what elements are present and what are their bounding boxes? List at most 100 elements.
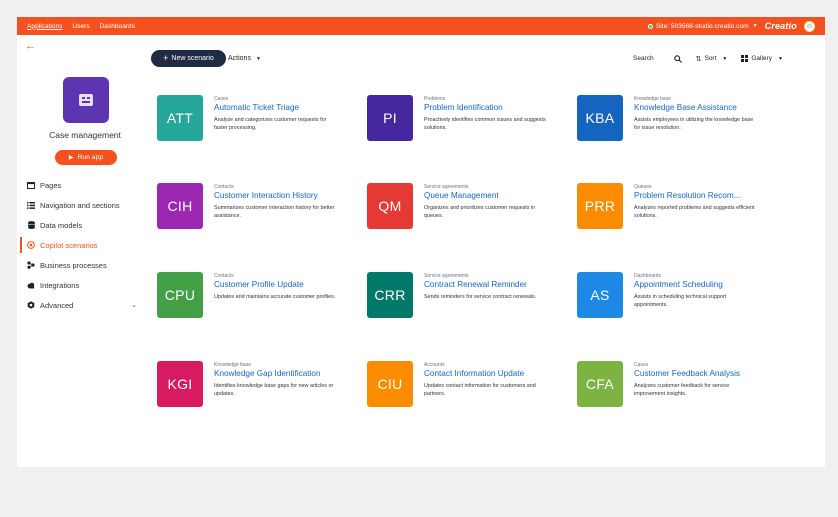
chevron-down-icon: ▼ [255, 55, 261, 62]
sidebar-item-label: Pages [40, 180, 62, 190]
view-button[interactable]: Gallery ▼ [741, 55, 783, 62]
scenario-category: Cases [214, 96, 229, 102]
sidebar-item-pages[interactable]: Pages [17, 175, 147, 195]
grid-icon [741, 55, 749, 62]
scenario-description: Analyzes reported problems and suggests … [634, 205, 755, 219]
sidebar-item-business-processes[interactable]: Business processes [17, 255, 147, 275]
scenario-tile: CIU [367, 361, 413, 407]
scenario-tile: KBA [577, 95, 623, 141]
actions-dropdown[interactable]: Actions ▼ [228, 50, 261, 67]
sidebar-item-navigation[interactable]: Navigation and sections [17, 195, 147, 215]
scenario-card[interactable]: KGI Knowledge base Knowledge Gap Identif… [157, 361, 357, 417]
scenario-card[interactable]: QM Service agreements Queue Management O… [367, 183, 567, 239]
scenario-title[interactable]: Customer Feedback Analysis [634, 369, 740, 378]
sidebar-item-data-models[interactable]: Data models [17, 215, 147, 235]
sidebar-item-label: Integrations [40, 280, 80, 290]
site-selector[interactable]: Site: 503568-studio.creatio.com ▼ [647, 22, 758, 30]
scenario-tile: PI [367, 95, 413, 141]
page-background-bottom [0, 467, 838, 517]
scenario-card[interactable]: ATT Cases Automatic Ticket Triage Analyz… [157, 95, 357, 151]
scenario-description: Analyzes customer feedback for service i… [634, 383, 730, 397]
sidebar-item-copilot-scenarios[interactable]: Copilot scenarios [17, 235, 147, 255]
view-label: Gallery [751, 55, 772, 62]
window-icon [27, 181, 35, 189]
app-icon [63, 77, 109, 123]
sort-label: Sort [704, 55, 717, 62]
scenario-card[interactable]: AS Dashboards Appointment Scheduling Ass… [577, 272, 777, 328]
sort-icon: ⇅ [695, 55, 702, 63]
scenario-card[interactable]: CRR Service agreements Contract Renewal … [367, 272, 567, 328]
scenario-title[interactable]: Problem Resolution Recom... [634, 191, 740, 200]
scenario-card[interactable]: CIH Contacts Customer Interaction Histor… [157, 183, 357, 239]
scenario-title[interactable]: Contract Renewal Reminder [424, 280, 527, 289]
app-name: Case management [49, 130, 121, 140]
page-background-top [0, 0, 838, 8]
scenario-category: Service agreements [424, 184, 469, 190]
scenario-card[interactable]: PRR Queues Problem Resolution Recom... A… [577, 183, 777, 239]
app-window: Applications Users Dashboards Site: 5035… [17, 17, 825, 467]
plus-icon: + [163, 53, 169, 63]
database-icon [27, 221, 35, 229]
scenario-card[interactable]: CFA Cases Customer Feedback Analysis Ana… [577, 361, 777, 417]
scenario-title[interactable]: Knowledge Base Assistance [634, 103, 737, 112]
chevron-down-icon: ▼ [752, 23, 758, 29]
site-status-icon [647, 23, 653, 29]
list-icon [27, 201, 35, 209]
run-app-button[interactable]: ▶ Run app [55, 150, 117, 165]
scenario-card[interactable]: KBA Knowledge base Knowledge Base Assist… [577, 95, 777, 151]
new-scenario-label: New scenario [171, 55, 214, 62]
scenario-description: Summarizes customer interaction history … [214, 205, 335, 219]
scenario-title[interactable]: Customer Profile Update [214, 280, 304, 289]
scenario-title[interactable]: Problem Identification [424, 103, 503, 112]
nav-users[interactable]: Users [72, 23, 89, 30]
sidebar-item-label: Navigation and sections [40, 200, 120, 210]
scenario-title[interactable]: Contact Information Update [424, 369, 524, 378]
scenario-title[interactable]: Customer Interaction History [214, 191, 318, 200]
search-icon[interactable] [673, 54, 682, 63]
scenario-category: Knowledge base [634, 96, 671, 102]
sidebar-item-label: Data models [40, 220, 83, 230]
sidebar-item-label: Advanced [40, 300, 74, 310]
scenario-category: Cases [634, 362, 649, 368]
sidebar-item-integrations[interactable]: Integrations [17, 275, 147, 295]
scenario-category: Knowledge base [214, 362, 251, 368]
user-avatar[interactable]: ☺ [804, 20, 815, 32]
scenario-tile: CPU [157, 272, 203, 318]
scenario-title[interactable]: Automatic Ticket Triage [214, 103, 299, 112]
scenario-category: Contacts [214, 273, 234, 279]
sidebar: Case management ▶ Run app Pages Navigati… [17, 35, 147, 467]
process-icon [27, 261, 35, 269]
scenario-card[interactable]: PI Problems Problem Identification Proac… [367, 95, 567, 151]
scenario-description: Identifies knowledge base gaps for new a… [214, 383, 334, 397]
scenario-card[interactable]: CIU Accounts Contact Information Update … [367, 361, 567, 417]
scenario-description: Assists employees in utilizing the knowl… [634, 117, 754, 131]
top-nav: Applications Users Dashboards [27, 23, 143, 30]
scenario-tile: PRR [577, 183, 623, 229]
scenario-card[interactable]: CPU Contacts Customer Profile Update Upd… [157, 272, 357, 328]
search-label[interactable]: Search [633, 55, 654, 62]
scenario-category: Problems [424, 96, 446, 102]
scenario-tile: CRR [367, 272, 413, 318]
brand-logo: Creatio [764, 21, 797, 31]
new-scenario-button[interactable]: + New scenario [151, 50, 226, 67]
scenario-title[interactable]: Knowledge Gap Identification [214, 369, 321, 378]
chevron-down-icon: ▼ [777, 55, 783, 62]
scenario-description: Assists in scheduling technical support … [634, 294, 727, 308]
site-label: Site: 503568-studio.creatio.com [655, 22, 749, 30]
chevron-down-icon: ▼ [722, 55, 728, 62]
play-icon: ▶ [68, 155, 74, 161]
scenario-tile: QM [367, 183, 413, 229]
nav-applications[interactable]: Applications [27, 23, 63, 30]
sidebar-menu: Pages Navigation and sections Data model… [17, 175, 147, 315]
nav-dashboards[interactable]: Dashboards [99, 23, 135, 30]
chevron-down-icon[interactable]: ⌄ [131, 301, 137, 309]
scenario-title[interactable]: Queue Management [424, 191, 499, 200]
sidebar-item-advanced[interactable]: Advanced ⌄ [17, 295, 147, 315]
scenario-title[interactable]: Appointment Scheduling [634, 280, 723, 289]
cloud-icon [27, 281, 35, 289]
scenario-description: Updates and maintains accurate customer … [214, 294, 336, 300]
top-bar-right: Site: 503568-studio.creatio.com ▼ Creati… [647, 20, 815, 32]
scenario-description: Organizes and prioritizes customer reque… [424, 205, 536, 219]
sort-button[interactable]: ⇅ Sort ▼ [696, 55, 728, 63]
scenario-tile: ATT [157, 95, 203, 141]
